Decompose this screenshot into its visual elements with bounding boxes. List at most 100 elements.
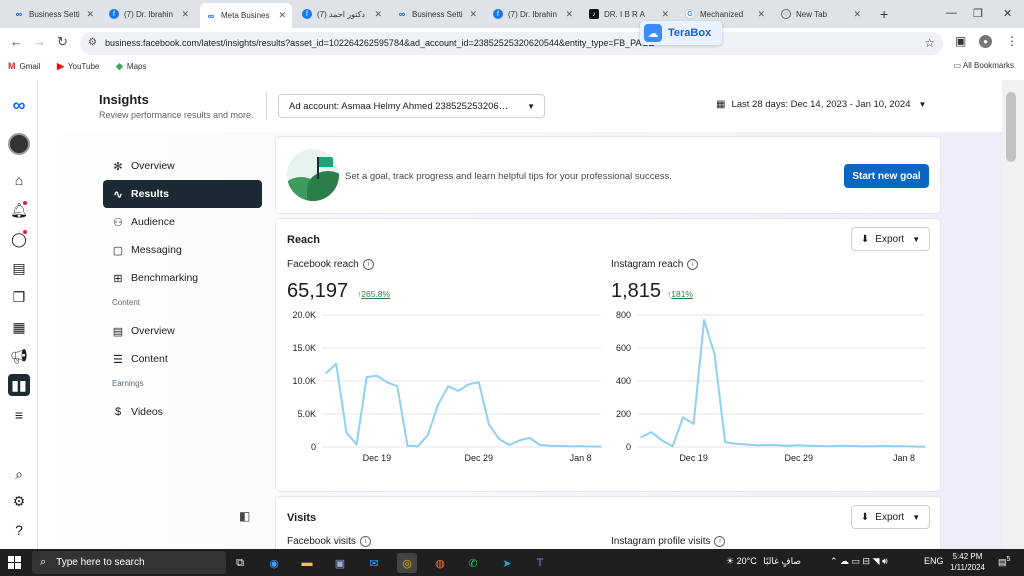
meta-logo-icon[interactable]: ∞ xyxy=(8,94,30,116)
input-language[interactable]: ENG xyxy=(924,556,944,566)
close-tab-icon[interactable]: ✕ xyxy=(565,9,573,20)
nav-videos[interactable]: $ Videos xyxy=(103,398,262,426)
contacts-icon[interactable]: ▤ xyxy=(8,257,30,279)
nav-results[interactable]: ∿ Results xyxy=(103,180,262,208)
close-tab-icon[interactable]: ✕ xyxy=(661,9,669,20)
bookmark-maps[interactable]: ◆ Maps xyxy=(116,61,146,72)
all-bookmarks[interactable]: ▭ All Bookmarks xyxy=(954,61,1014,70)
all-tools-icon[interactable]: ≡ xyxy=(8,404,30,426)
teams-icon[interactable]: T xyxy=(530,553,550,573)
notifications-icon[interactable]: 🔔︎ xyxy=(8,199,30,221)
content-library-icon[interactable]: ❐ xyxy=(8,286,30,308)
weather-temp: 20°C xyxy=(736,556,757,566)
new-tab-button[interactable]: + xyxy=(880,6,888,22)
goal-card: Set a goal, track progress and learn hel… xyxy=(276,137,940,213)
address-bar[interactable]: ⚙ business.facebook.com/latest/insights/… xyxy=(80,32,943,55)
nav-audience[interactable]: ⚇ Audience xyxy=(103,208,262,236)
taskbar-clock[interactable]: 5:42 PM 1/11/2024 xyxy=(950,551,985,573)
telegram-icon[interactable]: ➤ xyxy=(497,553,517,573)
terabox-extension[interactable]: ☁ TeraBox xyxy=(640,21,722,45)
page-scrollbar[interactable] xyxy=(1002,80,1024,549)
close-tab-icon[interactable]: ✕ xyxy=(374,9,382,20)
file-explorer-icon[interactable]: ▬ xyxy=(297,553,317,573)
taskbar-search[interactable]: ⌕ Type here to search xyxy=(32,551,226,574)
visits-export-button[interactable]: ⬇ Export ▼ xyxy=(851,505,930,529)
data-point xyxy=(661,439,663,442)
facebook-reach-change[interactable]: ↑ 265.8% xyxy=(357,289,390,299)
notification-center-icon[interactable]: ▤5 xyxy=(998,556,1010,568)
close-tab-icon[interactable]: ✕ xyxy=(278,10,286,21)
close-tab-icon[interactable]: ✕ xyxy=(757,9,765,20)
taskbar-search-placeholder: Type here to search xyxy=(56,557,145,568)
data-point xyxy=(871,445,874,448)
nav-benchmarking[interactable]: ⊞ Benchmarking xyxy=(103,264,262,292)
store-icon[interactable]: ▣ xyxy=(330,553,350,573)
close-tab-icon[interactable]: ✕ xyxy=(469,9,477,20)
browser-tab[interactable]: f (7) دكتور احمد ✕ xyxy=(296,4,388,24)
collapse-sidebar-icon[interactable]: ◧ xyxy=(239,509,250,523)
edge-icon[interactable]: ◉ xyxy=(264,553,284,573)
reach-export-button[interactable]: ⬇ Export ▼ xyxy=(851,227,930,251)
maximize-icon[interactable]: ❐ xyxy=(973,7,983,20)
close-tab-icon[interactable]: ✕ xyxy=(86,9,94,20)
folder-icon: ▭ xyxy=(953,61,962,70)
close-tab-icon[interactable]: ✕ xyxy=(853,9,861,20)
data-point xyxy=(924,445,926,448)
windows-start-icon[interactable] xyxy=(8,556,21,569)
site-info-icon[interactable]: ⚙ xyxy=(88,37,97,48)
whatsapp-icon[interactable]: ✆ xyxy=(463,553,483,573)
scrollbar-thumb[interactable] xyxy=(1006,92,1016,162)
mail-icon[interactable]: ✉ xyxy=(364,553,384,573)
close-tab-icon[interactable]: ✕ xyxy=(181,9,189,20)
profile-avatar[interactable]: ● xyxy=(979,35,992,48)
bookmark-star-icon[interactable]: ☆ xyxy=(924,36,935,50)
menu-dots-icon[interactable]: ⋮ xyxy=(1006,34,1018,48)
content-icon: ☰ xyxy=(113,353,123,366)
search-icon[interactable]: ⌕ xyxy=(8,463,30,485)
data-point xyxy=(787,444,790,447)
home-icon[interactable]: ⌂ xyxy=(8,169,30,191)
info-icon[interactable]: i xyxy=(362,259,374,270)
browser-tab[interactable]: ∞ Meta Busines ✕ xyxy=(200,3,292,28)
planner-icon[interactable]: ▦ xyxy=(8,316,30,338)
instagram-reach-change[interactable]: ↑ 181% xyxy=(667,289,693,299)
ad-account-selector[interactable]: Ad account: Asmaa Helmy Ahmed 2385252532… xyxy=(278,94,545,118)
tab-title: New Tab xyxy=(796,9,827,19)
browser-tab[interactable]: f (7) Dr. Ibrahin ✕ xyxy=(103,4,195,24)
reload-icon[interactable]: ↻ xyxy=(57,34,68,50)
bookmark-youtube[interactable]: ▶ YouTube xyxy=(57,61,99,72)
insights-icon[interactable]: ▮▮ xyxy=(8,374,30,396)
browser-tab[interactable]: ◌ New Tab ✕ xyxy=(775,4,867,24)
task-view-icon[interactable]: ⧉ xyxy=(230,553,250,573)
nav-overview[interactable]: ✻ Overview xyxy=(103,152,262,180)
forward-icon[interactable]: → xyxy=(33,34,46,49)
info-icon[interactable]: i xyxy=(687,259,699,270)
nav-content-overview[interactable]: ▤ Overview xyxy=(103,317,262,345)
nav-messaging[interactable]: ▢ Messaging xyxy=(103,236,262,264)
firefox-icon[interactable]: ◍ xyxy=(430,553,450,573)
help-icon[interactable]: ? xyxy=(8,519,30,541)
nav-label: Benchmarking xyxy=(131,272,199,284)
settings-icon[interactable]: ⚙ xyxy=(8,490,30,512)
bookmark-gmail[interactable]: M Gmail xyxy=(8,61,40,71)
close-window-icon[interactable]: ✕ xyxy=(1003,7,1012,20)
side-panel-icon[interactable]: ▣ xyxy=(955,34,966,48)
ads-icon[interactable]: 📢︎ xyxy=(8,345,30,367)
page-avatar[interactable] xyxy=(8,133,30,155)
browser-tab[interactable]: ∞ Business Setti ✕ xyxy=(391,4,483,24)
nav-content[interactable]: ☰ Content xyxy=(103,345,262,373)
minimize-icon[interactable]: — xyxy=(946,7,957,19)
chrome-icon[interactable]: ◎ xyxy=(397,553,417,573)
back-icon[interactable]: ← xyxy=(10,34,23,49)
earnings-heading: Earnings xyxy=(112,379,144,388)
info-icon[interactable]: i xyxy=(714,536,726,547)
inbox-icon[interactable]: ◯ xyxy=(8,228,30,250)
system-tray-icons[interactable]: ⌃ ☁ ▭ ⊟ ◥ 🔊︎ xyxy=(830,556,888,567)
date-range-selector[interactable]: ▦ Last 28 days: Dec 14, 2023 - Jan 10, 2… xyxy=(716,99,926,110)
info-icon[interactable]: i xyxy=(359,536,371,547)
start-new-goal-button[interactable]: Start new goal xyxy=(844,164,929,188)
weather-widget[interactable]: ☀︎ 20°C صافٍ غالبًا xyxy=(726,556,801,567)
browser-tab[interactable]: ∞ Business Setti ✕ xyxy=(8,4,100,24)
browser-tab[interactable]: f (7) Dr. Ibrahin ✕ xyxy=(487,4,579,24)
facebook-visits-label-text: Facebook visits xyxy=(287,536,356,547)
